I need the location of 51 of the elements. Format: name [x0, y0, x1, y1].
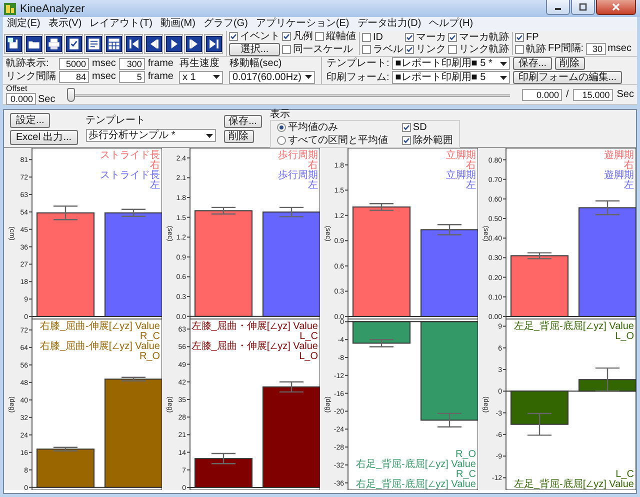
legend-label: 右 [308, 160, 318, 171]
legend-label: 右 [150, 160, 160, 171]
unit-label: frame [148, 58, 174, 70]
legend-label: L_C [300, 331, 318, 342]
legend-label: 左 [150, 180, 160, 191]
field-label: 再生速度 [179, 58, 220, 70]
unit-label: Sec [616, 88, 634, 100]
legend-label: L_O [299, 351, 318, 362]
legend-label: 左足_背屈-底屈[∠yz] Value [514, 321, 634, 332]
group-label: 表示 [270, 109, 291, 120]
field-label: Offset [6, 84, 28, 93]
legend-label: 左足_背屈-底屈[∠yz] Value [514, 479, 634, 490]
unit-label: msec [608, 43, 632, 55]
legend-label: ストライド長 [100, 170, 160, 181]
legend-label: L_O [615, 331, 634, 342]
legend-label: L_C [616, 469, 634, 480]
separator-label: / [566, 88, 569, 100]
legend-label: ストライド長 [100, 150, 160, 161]
legend-label: 左膝_屈曲・伸展[∠yz] Value [191, 341, 318, 352]
legend-label: 歩行周期 [278, 170, 318, 181]
legend-label: 立脚期 [446, 150, 476, 161]
field-label: 印刷フォーム: [326, 72, 390, 84]
legend-label: 歩行周期 [278, 150, 318, 161]
legend-label: R_C [140, 331, 160, 342]
legend-label: 左 [624, 180, 634, 191]
unit-label: Sec [38, 94, 56, 104]
unit-label: frame [148, 71, 174, 83]
legend-label: R_C [456, 469, 476, 480]
legend-label: R_O [139, 351, 160, 362]
legend-label: 右膝_屈曲-伸展[∠yz] Value [40, 321, 160, 332]
field-label: FP間隔: [548, 43, 584, 55]
unit-label: msec [92, 58, 116, 70]
field-label: 移動幅(sec) [229, 58, 283, 70]
legend-label: 遊脚期 [604, 150, 634, 161]
unit-label: msec [92, 71, 116, 83]
legend-label: 左膝_屈曲・伸展[∠yz] Value [191, 321, 318, 332]
legend-label: 右足_背屈-底屈[∠yz] Value [356, 459, 476, 470]
legend-label: 右足_背屈-底屈[∠yz] Value [356, 479, 476, 490]
window-title: KineAnalyzer [20, 2, 86, 14]
legend-label: 左 [466, 180, 476, 191]
legend-label: 左 [308, 180, 318, 191]
field-label: テンプレート [86, 115, 146, 127]
legend-label: 右 [624, 160, 634, 171]
field-label: 軌跡表示: [6, 58, 50, 70]
field-label: テンプレート: [326, 58, 390, 70]
legend-label: 立脚期 [446, 170, 476, 181]
legend-label: 右膝_屈曲-伸展[∠yz] Value [40, 341, 160, 352]
legend-label: 右 [466, 160, 476, 171]
field-label: リンク間隔 [6, 71, 56, 83]
legend-label: R_O [455, 449, 476, 460]
legend-label: 遊脚期 [604, 170, 634, 181]
